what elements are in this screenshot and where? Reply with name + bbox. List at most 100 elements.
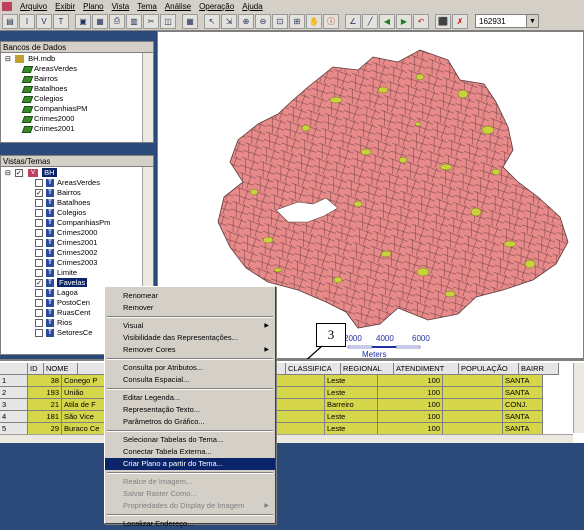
- menu-item[interactable]: Análise: [165, 2, 191, 11]
- database-table-item[interactable]: Batalhoes: [5, 84, 153, 94]
- context-menu-item[interactable]: Visibilidade das Representações...: [105, 332, 275, 344]
- context-menu-item: Realce de Imagem...: [105, 476, 275, 488]
- column-header[interactable]: ATENDIMENT: [394, 363, 459, 375]
- theme-checkbox[interactable]: ✓: [35, 279, 43, 288]
- menu-item[interactable]: Exibir: [55, 2, 75, 11]
- cut-icon[interactable]: ✂: [143, 13, 159, 29]
- theme-checkbox[interactable]: [35, 329, 43, 338]
- scale-select[interactable]: 162931 ▼: [475, 14, 539, 28]
- export-icon[interactable]: ⬛: [435, 13, 451, 29]
- column-header[interactable]: [0, 363, 28, 375]
- theme-checkbox[interactable]: [35, 269, 43, 278]
- theme-checkbox[interactable]: [35, 229, 43, 238]
- draw-icon[interactable]: ▣: [75, 13, 91, 29]
- pointer-icon[interactable]: ↖: [204, 13, 220, 29]
- table-scrollbar[interactable]: [573, 363, 584, 433]
- menu-item[interactable]: Plano: [83, 2, 103, 11]
- database-table-item[interactable]: Crimes2000: [5, 114, 153, 124]
- database-table-item[interactable]: Crimes2001: [5, 124, 153, 134]
- theme-checkbox[interactable]: ✓: [35, 189, 43, 198]
- theme-item[interactable]: T CompanhiasPm: [5, 218, 153, 228]
- pan-icon[interactable]: ✋: [306, 13, 322, 29]
- theme-item[interactable]: T Batalhoes: [5, 198, 153, 208]
- theme-checkbox[interactable]: [35, 209, 43, 218]
- theme-checkbox[interactable]: [35, 179, 43, 188]
- theme-item[interactable]: T Limite: [5, 268, 153, 278]
- database-root[interactable]: ⊟ BH.mdb: [5, 54, 153, 64]
- column-header[interactable]: REGIONAL: [341, 363, 394, 375]
- info-icon[interactable]: I: [19, 13, 35, 29]
- context-menu-item[interactable]: Criar Plano a partir do Tema...: [105, 458, 275, 470]
- theme-checkbox[interactable]: [35, 319, 43, 328]
- theme-checkbox[interactable]: [35, 249, 43, 258]
- context-menu-item[interactable]: Selecionar Tabelas do Tema...: [105, 434, 275, 446]
- zoom-in-icon[interactable]: ⊕: [238, 13, 254, 29]
- context-menu-item[interactable]: Remover Cores ▶: [105, 344, 275, 356]
- zoom-all-icon[interactable]: ⊞: [289, 13, 305, 29]
- measure-icon[interactable]: ∠: [345, 13, 361, 29]
- database-table-item[interactable]: AreasVerdes: [5, 64, 153, 74]
- chevron-down-icon[interactable]: ▼: [526, 15, 538, 27]
- undo-icon[interactable]: ↶: [413, 13, 429, 29]
- theme-icon[interactable]: T: [53, 13, 69, 29]
- graph-icon[interactable]: ◫: [160, 13, 176, 29]
- print-icon[interactable]: ⎙: [109, 13, 125, 29]
- theme-checkbox[interactable]: [35, 219, 43, 228]
- stop-icon[interactable]: ✗: [452, 13, 468, 29]
- database-table-item[interactable]: CompanhiasPM: [5, 104, 153, 114]
- table-horizontal-scrollbar[interactable]: [0, 434, 573, 443]
- theme-item[interactable]: T Crimes2002: [5, 248, 153, 258]
- theme-item[interactable]: T Colegios: [5, 208, 153, 218]
- database-table-item[interactable]: Bairros: [5, 74, 153, 84]
- theme-item[interactable]: T Crimes2003: [5, 258, 153, 268]
- forward-icon[interactable]: ▶: [396, 13, 412, 29]
- theme-checkbox[interactable]: [35, 259, 43, 268]
- database-scrollbar[interactable]: [142, 53, 153, 142]
- back-icon[interactable]: ◀: [379, 13, 395, 29]
- info-tool-icon[interactable]: ⓘ: [323, 13, 339, 29]
- theme-checkbox[interactable]: [35, 239, 43, 248]
- context-menu-item[interactable]: Remover: [105, 302, 275, 314]
- column-header[interactable]: ID: [28, 363, 44, 375]
- context-menu-item[interactable]: Consulta por Atributos...: [105, 362, 275, 374]
- line-icon[interactable]: ╱: [362, 13, 378, 29]
- context-menu-item[interactable]: Conectar Tabela Externa...: [105, 446, 275, 458]
- column-header[interactable]: POPULAÇÃO: [459, 363, 519, 375]
- context-menu-item[interactable]: Parâmetros do Gráfico...: [105, 416, 275, 428]
- app-icon[interactable]: [2, 1, 12, 11]
- table-icon[interactable]: ▦: [92, 13, 108, 29]
- menu-item[interactable]: Ajuda: [242, 2, 262, 11]
- view-icon[interactable]: V: [36, 13, 52, 29]
- context-menu-item[interactable]: Representação Texto...: [105, 404, 275, 416]
- view-checkbox[interactable]: ✓: [14, 169, 23, 178]
- column-header[interactable]: NOME: [44, 363, 78, 375]
- zoom-area-icon[interactable]: ⊡: [272, 13, 288, 29]
- column-header[interactable]: BAIRR: [519, 363, 559, 375]
- menu-item[interactable]: Vista: [112, 2, 130, 11]
- theme-checkbox[interactable]: [35, 309, 43, 318]
- theme-item[interactable]: T Crimes2001: [5, 238, 153, 248]
- theme-checkbox[interactable]: [35, 199, 43, 208]
- context-menu-item[interactable]: Consulta Espacial...: [105, 374, 275, 386]
- theme-item[interactable]: ✓ T Bairros: [5, 188, 153, 198]
- theme-item[interactable]: T Crimes2000: [5, 228, 153, 238]
- menu-item[interactable]: Tema: [137, 2, 157, 11]
- context-menu-item[interactable]: Visual ▶: [105, 320, 275, 332]
- menu-item[interactable]: Operação: [199, 2, 234, 11]
- layout-icon[interactable]: ▥: [126, 13, 142, 29]
- table-cell: CONJ.: [503, 399, 543, 411]
- database-icon[interactable]: ▤: [2, 13, 18, 29]
- menu-item[interactable]: Arquivo: [20, 2, 47, 11]
- select-area-icon[interactable]: ⇲: [221, 13, 237, 29]
- grid-icon[interactable]: ▦: [182, 13, 198, 29]
- theme-item[interactable]: T AreasVerdes: [5, 178, 153, 188]
- database-table-item[interactable]: Colegios: [5, 94, 153, 104]
- context-menu-item[interactable]: Renomear: [105, 290, 275, 302]
- view-root[interactable]: ⊟ ✓ V BH: [5, 168, 153, 178]
- context-menu-item[interactable]: Editar Legenda...: [105, 392, 275, 404]
- column-header[interactable]: CLASSIFICA: [286, 363, 341, 375]
- theme-checkbox[interactable]: [35, 289, 43, 298]
- context-menu-item[interactable]: Localizar Endereço...: [105, 518, 275, 530]
- theme-checkbox[interactable]: [35, 299, 43, 308]
- zoom-out-icon[interactable]: ⊖: [255, 13, 271, 29]
